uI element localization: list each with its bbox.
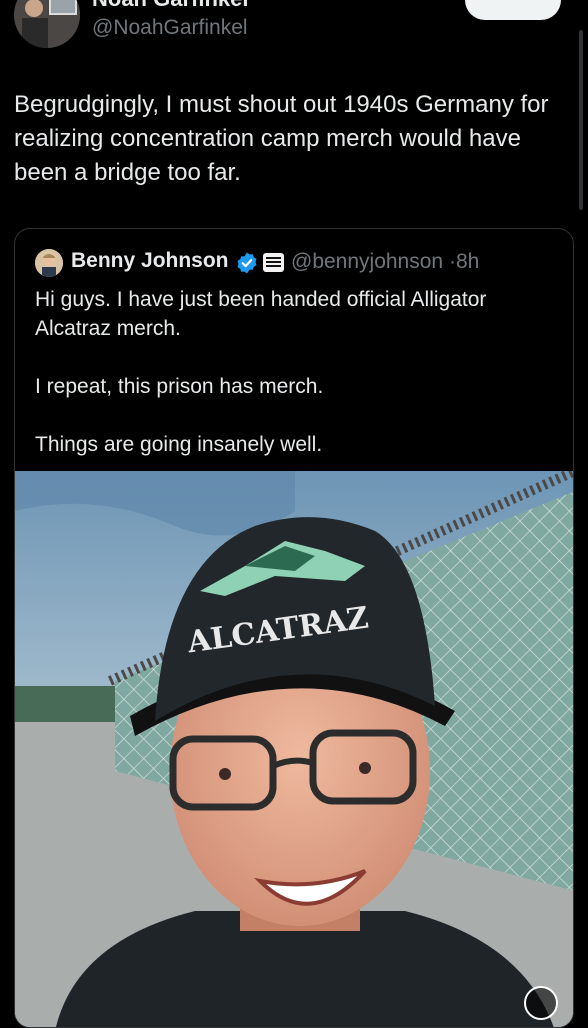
quote-author-avatar[interactable] bbox=[35, 249, 63, 277]
quote-timestamp[interactable]: 8h bbox=[456, 250, 479, 273]
follow-button[interactable] bbox=[465, 0, 561, 20]
quote-author-handle[interactable]: @bennyjohnson bbox=[291, 250, 443, 273]
author-name[interactable]: Noah Garfinkel bbox=[92, 0, 248, 12]
verified-badge-icon bbox=[237, 252, 257, 274]
quote-author-name[interactable]: Benny Johnson bbox=[71, 249, 229, 273]
quote-text: Hi guys. I have just been handed officia… bbox=[35, 285, 555, 488]
quote-paragraph: Hi guys. I have just been handed officia… bbox=[35, 288, 487, 340]
quote-paragraph: I repeat, this prison has merch. bbox=[35, 375, 324, 398]
video-play-button[interactable] bbox=[524, 986, 558, 1020]
author-handle[interactable]: @NoahGarfinkel bbox=[92, 16, 248, 40]
tweet-text: Begrudgingly, I must shout out 1940s Ger… bbox=[14, 91, 549, 186]
scrollbar[interactable] bbox=[579, 30, 583, 210]
quote-video-thumbnail[interactable]: ALCATRAZ bbox=[15, 471, 574, 1028]
quote-author-handle-time[interactable]: @bennyjohnson ·8h bbox=[291, 250, 479, 274]
quote-paragraph: Things are going insanely well. bbox=[35, 433, 323, 456]
quoted-tweet-card[interactable]: Benny Johnson @bennyjohnson ·8h Hi guys.… bbox=[14, 228, 574, 1028]
affiliate-badge-icon bbox=[263, 253, 284, 272]
time-separator: · bbox=[448, 250, 456, 273]
author-avatar[interactable] bbox=[14, 0, 80, 48]
